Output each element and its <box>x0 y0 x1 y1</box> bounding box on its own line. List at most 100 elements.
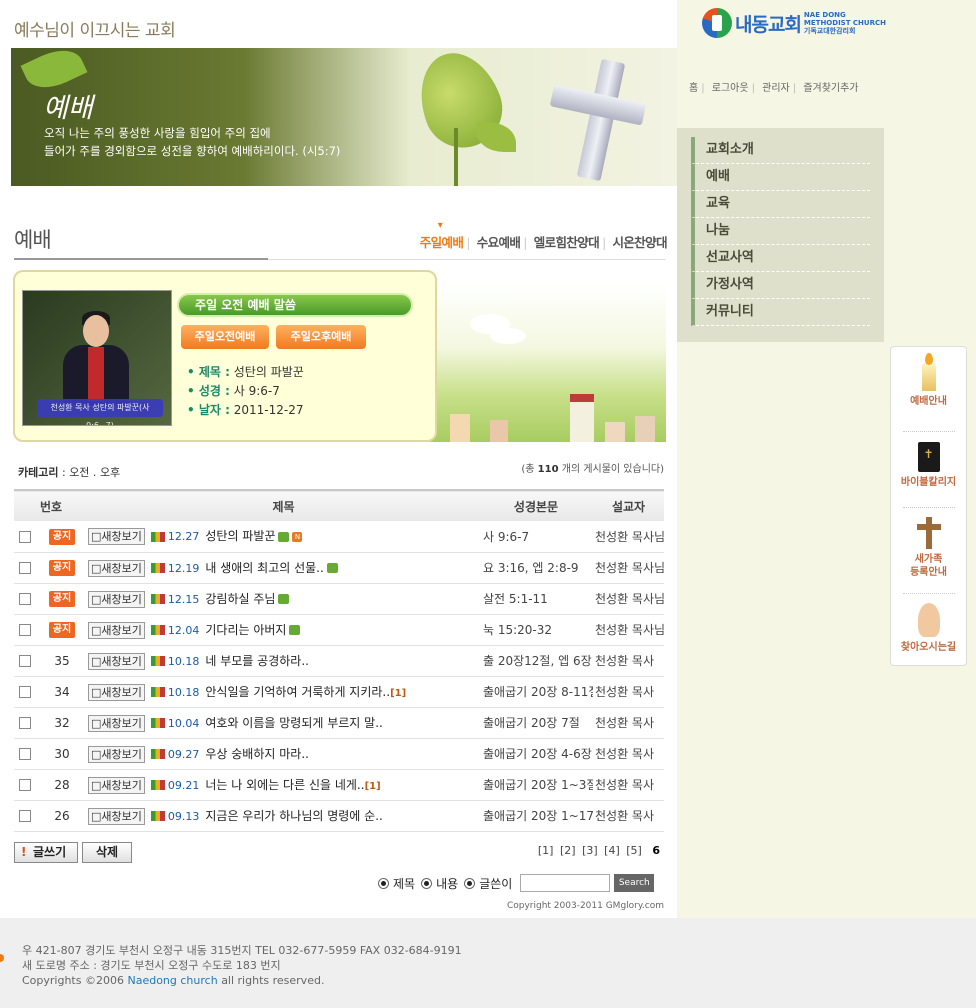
tab-zion-choir[interactable]: 시온찬양대 <box>612 235 667 250</box>
search-option-author-radio[interactable] <box>464 877 476 889</box>
notice-tag-icon <box>289 625 301 635</box>
row-subject-link[interactable]: 안식일을 기억하여 거룩하게 지키라.. <box>205 685 390 699</box>
page-link[interactable]: [4] <box>604 844 620 857</box>
bible-icon <box>917 442 940 472</box>
row-subject-link[interactable]: 강림하실 주님 <box>205 592 275 606</box>
village-illustration <box>430 284 666 442</box>
row-checkbox[interactable] <box>19 717 31 729</box>
page-link[interactable]: [2] <box>560 844 576 857</box>
row-checkbox[interactable] <box>19 686 31 698</box>
category-morning[interactable]: 오전 <box>69 466 89 479</box>
table-row[interactable]: 35 □새창보기 10.18 네 부모를 공경하라.. 출 20장12절, 엡 6장1~… <box>14 645 664 676</box>
table-row[interactable]: 공지 □새창보기 12.15 강림하실 주님 살전 5:1-11 천성환 목사님 <box>14 583 664 614</box>
sermon-video[interactable]: 천성환 목사 성탄의 파발꾼(사9:6~7) <box>22 290 172 426</box>
table-row[interactable]: 26 □새창보기 09.13 지금은 우리가 하나님의 명령에 순.. 출애굽기 20장… <box>14 800 664 831</box>
search-bar: 제목 내용 글쓴이 Search <box>372 874 655 892</box>
table-row[interactable]: 30 □새창보기 09.27 우상 숭배하지 마라.. 출애굽기 20장 4-6장 천성환… <box>14 738 664 769</box>
church-logo[interactable]: 내동교회 NAE DONG METHODIST CHURCH 기독교대한감리회 <box>702 8 886 38</box>
logo-sub-1: NAE DONG <box>803 11 846 19</box>
nav-item-sharing[interactable]: 나눔 <box>691 218 870 245</box>
quick-bible-college[interactable]: 바이블칼리지 <box>891 442 966 489</box>
search-option-title-radio[interactable] <box>378 877 389 889</box>
row-checkbox[interactable] <box>19 655 31 667</box>
row-number: 28 <box>54 777 70 792</box>
row-checkbox[interactable] <box>19 779 31 791</box>
open-new-window-button[interactable]: □새창보기 <box>88 683 145 701</box>
row-checkbox[interactable] <box>19 810 31 822</box>
sidebar-nav: 교회소개 예배 교육 나눔 선교사역 가정사역 커뮤니티 <box>677 128 884 342</box>
nav-item-worship[interactable]: 예배 <box>691 164 870 191</box>
nav-item-mission[interactable]: 선교사역 <box>691 245 870 272</box>
row-subject-link[interactable]: 여호와 이름을 망령되게 부르지 말.. <box>205 716 382 730</box>
open-new-window-button[interactable]: □새창보기 <box>88 714 145 732</box>
table-row[interactable]: 공지 □새창보기 12.19 내 생애의 최고의 선물.. 요 3:16, 엡 2:8-… <box>14 552 664 583</box>
row-checkbox[interactable] <box>19 562 31 574</box>
search-input[interactable] <box>520 874 611 892</box>
page-link[interactable]: [1] <box>538 844 554 857</box>
tab-wednesday-worship[interactable]: 수요예배 <box>477 235 521 250</box>
nav-item-about[interactable]: 교회소개 <box>691 137 870 164</box>
bullet-icon <box>0 954 4 962</box>
tab-sunday-worship[interactable]: 주일예배 <box>420 235 464 250</box>
row-subject-link[interactable]: 너는 나 외에는 다른 신을 네게.. <box>205 778 364 792</box>
quick-worship-guide[interactable]: 예배안내 <box>891 353 966 408</box>
open-new-window-button[interactable]: □새창보기 <box>88 745 145 763</box>
sunday-afternoon-button[interactable]: 주일오후예배 <box>276 325 366 349</box>
sunday-morning-button[interactable]: 주일오전예배 <box>181 325 269 349</box>
row-checkbox[interactable] <box>19 624 31 636</box>
row-preacher: 천성환 목사님 <box>595 529 664 544</box>
row-subject-link[interactable]: 내 생애의 최고의 선물.. <box>205 561 323 575</box>
table-row[interactable]: 28 □새창보기 09.21 너는 나 외에는 다른 신을 네게..[1] 출애굽기 2… <box>14 769 664 800</box>
table-row[interactable]: 공지 □새창보기 12.27 성탄의 파발꾼 N 사 9:6-7 천성환 목사님 <box>14 521 664 552</box>
write-button[interactable]: 글쓰기 <box>14 842 78 863</box>
quick-newcomer[interactable]: 새가족 등록안내 <box>891 517 966 579</box>
table-row[interactable]: 공지 □새창보기 12.04 기다리는 아버지 눅 15:20-32 천성환 목사님 <box>14 614 664 645</box>
tab-elohim-choir[interactable]: 엘로힘찬양대 <box>534 235 600 250</box>
row-scripture: 출애굽기 20장 8-11절 <box>483 685 593 699</box>
quick-directions[interactable]: 찾아오시는길 <box>891 603 966 654</box>
logout-link[interactable]: 로그아웃 <box>712 83 749 94</box>
category-filter: 카테고리 : 오전 . 오후 <box>18 466 121 479</box>
row-checkbox[interactable] <box>19 593 31 605</box>
search-option-content-radio[interactable] <box>421 877 433 889</box>
house-decoration <box>605 422 625 442</box>
nav-item-community[interactable]: 커뮤니티 <box>691 299 870 326</box>
site-slogan: 예수님이 이끄시는 교회 <box>14 21 176 41</box>
open-new-window-button[interactable]: □새창보기 <box>88 559 145 577</box>
delete-button[interactable]: 삭제 <box>82 842 132 863</box>
video-caption: 천성환 목사 성탄의 파발꾼(사9:6~7) <box>37 399 163 425</box>
open-new-window-button[interactable]: □새창보기 <box>88 776 145 794</box>
home-link[interactable]: 홈 <box>689 83 698 94</box>
nav-item-education[interactable]: 교육 <box>691 191 870 218</box>
row-subject-link[interactable]: 기다리는 아버지 <box>205 623 286 637</box>
search-button[interactable]: Search <box>614 874 655 892</box>
row-preacher: 천성환 목사 <box>595 778 655 792</box>
page-title: 예배 <box>14 228 52 252</box>
table-row[interactable]: 34 □새창보기 10.18 안식일을 기억하여 거룩하게 지키라..[1] 출애굽기 … <box>14 676 664 707</box>
row-date: 12.15 <box>167 592 200 606</box>
admin-link[interactable]: 관리자 <box>762 83 790 94</box>
open-new-window-button[interactable]: □새창보기 <box>88 590 145 608</box>
open-new-window-button[interactable]: □새창보기 <box>88 807 145 825</box>
bookmark-link[interactable]: 즐겨찾기추가 <box>803 83 858 94</box>
search-option-title-label: 제목 <box>393 876 416 891</box>
table-row[interactable]: 32 □새창보기 10.04 여호와 이름을 망령되게 부르지 말.. 출애굽기 20장… <box>14 707 664 738</box>
footer-church-link[interactable]: Naedong church <box>127 974 217 987</box>
notice-tag-icon <box>278 531 290 542</box>
row-subject-link[interactable]: 지금은 우리가 하나님의 명령에 순.. <box>205 809 382 823</box>
page-link[interactable]: [3] <box>582 844 598 857</box>
category-afternoon[interactable]: 오후 <box>100 466 120 479</box>
row-subject-link[interactable]: 성탄의 파발꾼 <box>205 529 275 543</box>
open-new-window-button[interactable]: □새창보기 <box>88 621 145 639</box>
row-date: 12.04 <box>167 623 200 637</box>
open-new-window-button[interactable]: □새창보기 <box>88 652 145 670</box>
row-subject-link[interactable]: 네 부모를 공경하라.. <box>205 654 309 668</box>
row-checkbox[interactable] <box>19 748 31 760</box>
row-checkbox[interactable] <box>19 530 31 543</box>
pagination: [1] [2] [3] [4] [5] 6 <box>535 844 660 857</box>
open-new-window-button[interactable]: □새창보기 <box>88 528 145 546</box>
row-subject-link[interactable]: 우상 숭배하지 마라.. <box>205 747 309 761</box>
nav-item-family[interactable]: 가정사역 <box>691 272 870 299</box>
row-date: 09.13 <box>167 809 200 823</box>
page-link[interactable]: [5] <box>626 844 642 857</box>
